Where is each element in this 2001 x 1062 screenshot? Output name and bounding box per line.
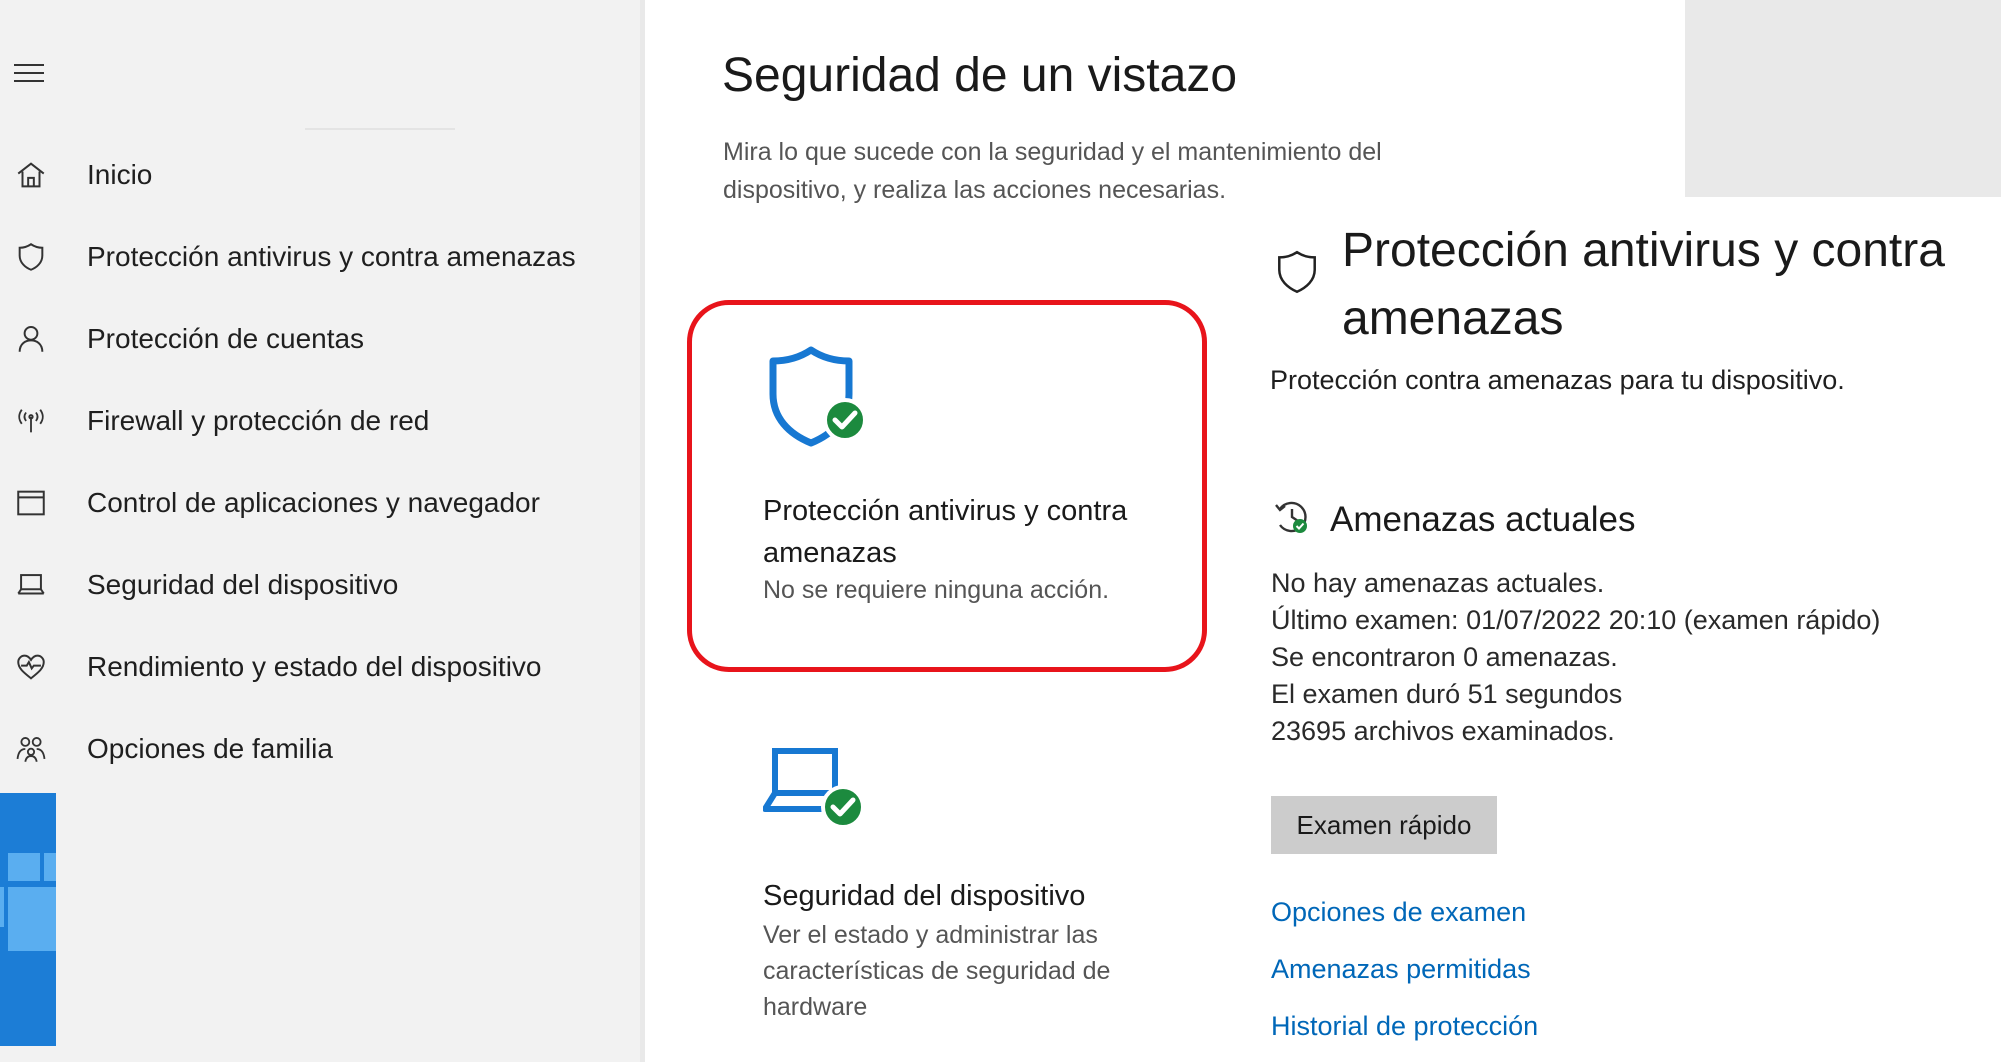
detail-subtitle: Protección contra amenazas para tu dispo… [1270,365,1845,395]
current-threats-heading: Amenazas actuales [1272,497,1635,542]
nav-item-label: Protección de cuentas [87,323,365,354]
card-description-line: hardware [763,993,868,1021]
files-scanned-line: 23695 archivos examinados. [1271,716,1615,746]
nav-item-label: Seguridad del dispositivo [87,569,399,600]
history-check-icon [1272,497,1312,542]
page-title: Seguridad de un vistazo [722,49,1238,102]
detail-title: Protección antivirus y contra amenazas [1342,217,2001,353]
device-security-card[interactable]: Seguridad del dispositivo Ver el estado … [762,745,1183,1035]
wifi-icon [10,400,52,442]
section-title: Amenazas actuales [1330,499,1636,539]
allowed-threats-link[interactable]: Amenazas permitidas [1271,954,1531,985]
antivirus-detail-panel: Protección antivirus y contra amenazas P… [1230,197,2001,1062]
nav-item-aplicaciones[interactable]: Control de aplicaciones y navegador [0,468,620,538]
detail-title-line: amenazas [1342,292,1564,345]
last-scan-line: Último examen: 01/07/2022 20:10 (examen … [1271,605,1881,635]
family-icon [10,728,52,770]
nav-item-label: Inicio [87,159,153,190]
status-line: No hay amenazas actuales. [1271,568,1605,598]
card-description-line: Ver el estado y administrar las [763,921,1098,949]
nav-item-firewall[interactable]: Firewall y protección de red [0,386,620,456]
scan-options-link[interactable]: Opciones de examen [1271,897,1526,928]
app-window-icon [10,482,52,524]
nav-item-rendimiento[interactable]: Rendimiento y estado del dispositivo [0,632,620,702]
windows-start-tile [0,793,56,1046]
card-title-line: Protección antivirus y contra [763,495,1128,527]
nav-item-inicio[interactable]: Inicio [0,140,620,210]
card-title: Seguridad del dispositivo [763,880,1086,912]
shield-icon [1272,247,1322,297]
home-icon [10,154,52,196]
antivirus-card[interactable]: Protección antivirus y contra amenazas N… [763,342,1183,612]
scan-duration-line: El examen duró 51 segundos [1271,679,1623,709]
card-status: No se requiere ninguna acción. [763,576,1110,604]
shield-check-icon [763,342,873,457]
nav-item-dispositivo[interactable]: Seguridad del dispositivo [0,550,620,620]
hamburger-menu-icon[interactable] [10,60,48,88]
laptop-check-icon [762,745,873,850]
card-description: Ver el estado y administrar las caracter… [763,917,1163,1025]
nav-item-antivirus[interactable]: Protección antivirus y contra amenazas [0,222,620,292]
shield-icon [10,236,52,278]
nav-item-label: Control de aplicaciones y navegador [87,487,540,518]
nav-item-label: Firewall y protección de red [87,405,430,436]
person-icon [10,318,52,360]
nav-divider [305,128,455,130]
nav-item-label: Rendimiento y estado del dispositivo [87,651,542,682]
laptop-icon [10,564,52,606]
threats-found-line: Se encontraron 0 amenazas. [1271,642,1618,672]
protection-history-link[interactable]: Historial de protección [1271,1011,1538,1042]
nav-item-label: Protección antivirus y contra amenazas [87,241,576,272]
card-description-line: características de seguridad de [763,957,1111,985]
detail-title-line: Protección antivirus y contra [1342,224,1945,277]
nav-item-cuentas[interactable]: Protección de cuentas [0,304,620,374]
card-title: Protección antivirus y contra amenazas [763,490,1183,574]
subtitle-line: Mira lo que sucede con la seguridad y el… [723,138,1382,166]
threat-status-details: No hay amenazas actuales. Último examen:… [1271,565,1880,750]
nav-item-familia[interactable]: Opciones de familia [0,714,620,784]
navigation-pane: Inicio Protección antivirus y contra ame… [0,0,640,1062]
card-title-line: amenazas [763,537,897,569]
background-strip [1685,0,2001,200]
heart-icon [10,646,52,688]
nav-item-label: Opciones de familia [87,733,333,764]
quick-scan-button[interactable]: Examen rápido [1271,796,1497,854]
